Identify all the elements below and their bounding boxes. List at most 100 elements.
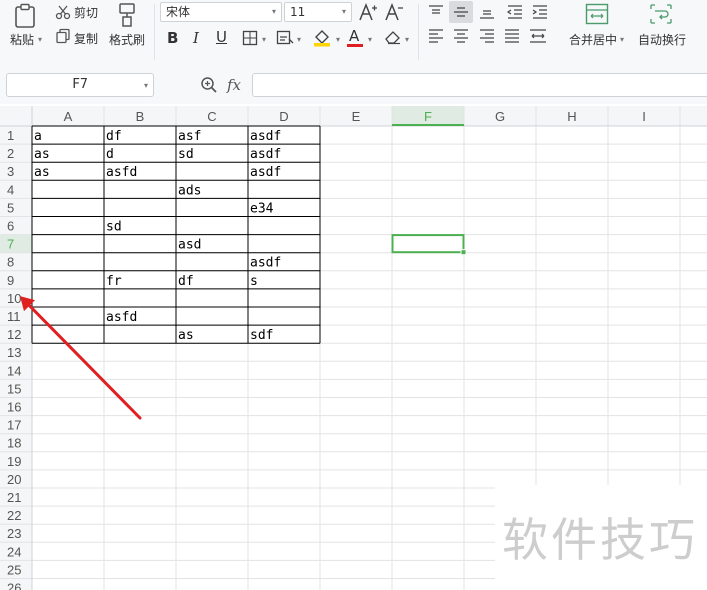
cell-d9[interactable]: s (250, 274, 258, 289)
name-box[interactable]: F7 (6, 73, 154, 97)
column-header-h[interactable]: H (567, 109, 576, 124)
font-color-icon[interactable]: A (349, 27, 359, 45)
column-header-c[interactable]: C (207, 109, 216, 124)
merge-center-button[interactable]: 合并居中 (569, 31, 617, 48)
cell-c12[interactable]: as (178, 328, 194, 343)
cell-b2[interactable]: d (106, 147, 114, 162)
cell-b1[interactable]: df (106, 129, 122, 144)
cut-button[interactable]: 剪切 (74, 4, 98, 21)
zoom-icon[interactable] (200, 76, 218, 94)
row-header-6[interactable]: 6 (7, 219, 14, 234)
row-header-17[interactable]: 17 (7, 418, 21, 433)
merge-center-icon[interactable] (585, 3, 609, 25)
fill-color-dropdown-icon[interactable]: ▾ (336, 35, 340, 44)
copy-icon[interactable] (55, 28, 71, 44)
row-header-12[interactable]: 12 (7, 327, 21, 342)
format-painter-icon[interactable] (116, 2, 138, 28)
row-header-8[interactable]: 8 (7, 255, 14, 270)
row-header-18[interactable]: 18 (7, 436, 21, 451)
function-icon[interactable]: fx (227, 76, 241, 94)
decrease-indent-icon[interactable] (506, 4, 524, 20)
row-header-13[interactable]: 13 (7, 345, 21, 360)
justify-icon[interactable] (503, 28, 521, 44)
wrap-text-icon[interactable] (649, 3, 673, 25)
wrap-text-button[interactable]: 自动换行 (638, 31, 686, 48)
row-header-26[interactable]: 26 (7, 581, 21, 590)
column-header-e[interactable]: E (352, 109, 361, 124)
cell-b3[interactable]: asfd (106, 165, 137, 180)
cell-c2[interactable]: sd (178, 147, 194, 162)
row-header-9[interactable]: 9 (7, 273, 14, 288)
align-right-icon[interactable] (478, 28, 496, 44)
italic-icon[interactable]: I (193, 29, 199, 47)
cell-c7[interactable]: asd (178, 238, 201, 253)
font-color-dropdown-icon[interactable]: ▾ (368, 35, 372, 44)
fill-handle[interactable] (460, 249, 467, 256)
eraser-dropdown-icon[interactable]: ▾ (405, 35, 409, 44)
distributed-align-icon[interactable] (528, 28, 548, 44)
cell-d3[interactable]: asdf (250, 165, 281, 180)
fill-color-icon[interactable] (312, 27, 332, 47)
align-left-icon[interactable] (427, 28, 445, 44)
copy-button[interactable]: 复制 (74, 30, 98, 47)
format-painter-button[interactable]: 格式刷 (109, 31, 145, 48)
row-header-4[interactable]: 4 (7, 182, 14, 197)
cell-c9[interactable]: df (178, 274, 194, 289)
row-header-20[interactable]: 20 (7, 472, 21, 487)
font-name-select[interactable]: 宋体 (160, 2, 282, 22)
scissors-icon[interactable] (55, 4, 71, 20)
row-header-22[interactable]: 22 (7, 508, 21, 523)
paste-icon[interactable] (13, 3, 39, 29)
decrease-font-icon[interactable] (384, 2, 404, 22)
row-header-11[interactable]: 11 (7, 309, 21, 324)
column-header-a[interactable]: A (64, 109, 73, 124)
increase-indent-icon[interactable] (531, 4, 549, 20)
font-name-dropdown-icon[interactable]: ▾ (272, 7, 276, 16)
row-header-1[interactable]: 1 (7, 128, 14, 143)
row-header-19[interactable]: 19 (7, 454, 21, 469)
name-box-dropdown-icon[interactable]: ▾ (144, 81, 148, 90)
cell-d12[interactable]: sdf (250, 328, 273, 343)
row-header-24[interactable]: 24 (7, 544, 21, 559)
eraser-icon[interactable] (384, 29, 402, 45)
cell-a3[interactable]: as (34, 165, 50, 180)
column-header-g[interactable]: G (495, 109, 505, 124)
row-header-25[interactable]: 25 (7, 562, 21, 577)
cell-d2[interactable]: asdf (250, 147, 281, 162)
column-header-d[interactable]: D (279, 109, 288, 124)
align-top-icon[interactable] (427, 4, 445, 20)
cell-c4[interactable]: ads (178, 183, 201, 198)
row-header-21[interactable]: 21 (7, 490, 21, 505)
row-header-10[interactable]: 10 (7, 291, 21, 306)
selected-cell-outline[interactable] (391, 234, 465, 254)
cell-b11[interactable]: asfd (106, 310, 137, 325)
row-header-7[interactable]: 7 (7, 237, 14, 252)
font-size-dropdown-icon[interactable]: ▾ (342, 7, 346, 16)
border-icon[interactable] (242, 30, 258, 46)
cell-d5[interactable]: e34 (250, 201, 274, 216)
row-header-16[interactable]: 16 (7, 400, 21, 415)
formula-input[interactable] (252, 73, 707, 97)
cell-style-dropdown-icon[interactable]: ▾ (297, 35, 301, 44)
bold-icon[interactable]: B (167, 29, 178, 47)
column-header-i[interactable]: I (642, 109, 646, 124)
align-center-icon[interactable] (452, 28, 470, 44)
border-dropdown-icon[interactable]: ▾ (262, 35, 266, 44)
cell-b9[interactable]: fr (106, 274, 122, 289)
cell-style-icon[interactable] (276, 30, 294, 46)
merge-center-dropdown-icon[interactable]: ▾ (620, 35, 624, 44)
row-header-23[interactable]: 23 (7, 526, 21, 541)
underline-icon[interactable]: U (216, 28, 227, 46)
cell-d1[interactable]: asdf (250, 129, 281, 144)
row-header-2[interactable]: 2 (7, 146, 14, 161)
row-header-14[interactable]: 14 (7, 363, 21, 378)
cell-b6[interactable]: sd (106, 220, 122, 235)
increase-font-icon[interactable] (358, 2, 378, 22)
cell-d8[interactable]: asdf (250, 256, 281, 271)
row-header-15[interactable]: 15 (7, 381, 21, 396)
cell-c1[interactable]: asf (178, 129, 201, 144)
cell-a1[interactable]: a (34, 129, 42, 144)
column-header-f[interactable]: F (424, 109, 432, 124)
paste-dropdown-icon[interactable]: ▾ (38, 35, 42, 44)
row-header-3[interactable]: 3 (7, 164, 14, 179)
